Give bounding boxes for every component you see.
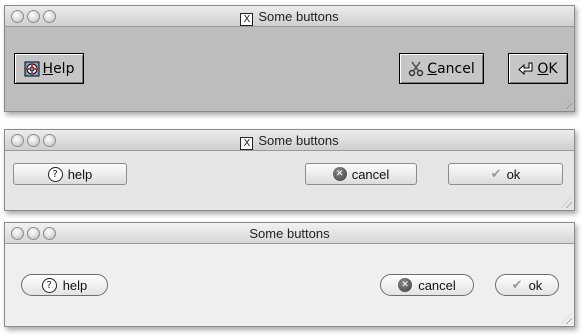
scissors-icon <box>409 61 424 76</box>
cancel-button-label: cancel <box>351 166 390 182</box>
ok-button[interactable]: ✔ ok <box>448 163 563 185</box>
help-button[interactable]: ? help <box>13 163 127 185</box>
cancel-button[interactable]: Cancel <box>399 53 484 84</box>
title-bar[interactable]: X Some buttons <box>5 130 574 151</box>
cancel-x-icon: ✕ <box>332 167 347 181</box>
help-button-label: help <box>62 277 88 293</box>
help-button-label: Help <box>42 60 75 77</box>
x11-app-icon: X <box>240 13 254 26</box>
cancel-button[interactable]: ✕ cancel <box>305 163 417 185</box>
dialog-window-2: X Some buttons ? help ✕ cancel ✔ ok <box>4 129 575 211</box>
question-icon: ? <box>47 166 63 182</box>
x11-app-icon: X <box>240 137 254 150</box>
window-title-text: Some buttons <box>258 133 339 148</box>
resize-grip[interactable] <box>561 197 572 208</box>
resize-grip[interactable] <box>561 98 572 109</box>
window-title: X Some buttons <box>5 133 574 150</box>
window-title-text: Some buttons <box>258 9 339 24</box>
help-button[interactable]: ? help <box>21 274 108 296</box>
dialog-content: ? help ✕ cancel ✔ ok <box>5 244 574 326</box>
window-title-text: Some buttons <box>249 226 330 241</box>
ok-button-label: OK <box>537 60 558 77</box>
dialog-content: ? help ✕ cancel ✔ ok <box>5 151 574 210</box>
title-bar[interactable]: X Some buttons <box>5 6 574 27</box>
enter-arrow-icon <box>518 62 533 75</box>
ok-button-label: ok <box>506 166 521 182</box>
help-button-label: help <box>67 166 93 182</box>
ok-button[interactable]: OK <box>508 53 568 84</box>
dialog-window-1: X Some buttons Help Cancel OK <box>4 5 575 112</box>
cancel-button-label: cancel <box>418 277 456 293</box>
cancel-button-label: Cancel <box>427 60 475 77</box>
checkmark-icon: ✔ <box>490 166 502 182</box>
checkmark-icon: ✔ <box>511 277 523 293</box>
window-title: X Some buttons <box>5 9 574 26</box>
ok-button-label: ok <box>528 277 543 293</box>
cancel-button[interactable]: ✕ cancel <box>380 274 474 296</box>
dialog-content: Help Cancel OK <box>5 27 574 111</box>
lifebuoy-icon <box>24 61 40 76</box>
dialog-window-3: Some buttons ? help ✕ cancel ✔ ok <box>4 222 575 327</box>
help-button[interactable]: Help <box>14 53 84 84</box>
title-bar[interactable]: Some buttons <box>5 223 574 244</box>
ok-button[interactable]: ✔ ok <box>495 274 559 296</box>
window-title: Some buttons <box>5 226 574 241</box>
question-icon: ? <box>41 277 57 293</box>
resize-grip[interactable] <box>561 313 572 324</box>
cancel-x-icon: ✕ <box>398 278 413 292</box>
